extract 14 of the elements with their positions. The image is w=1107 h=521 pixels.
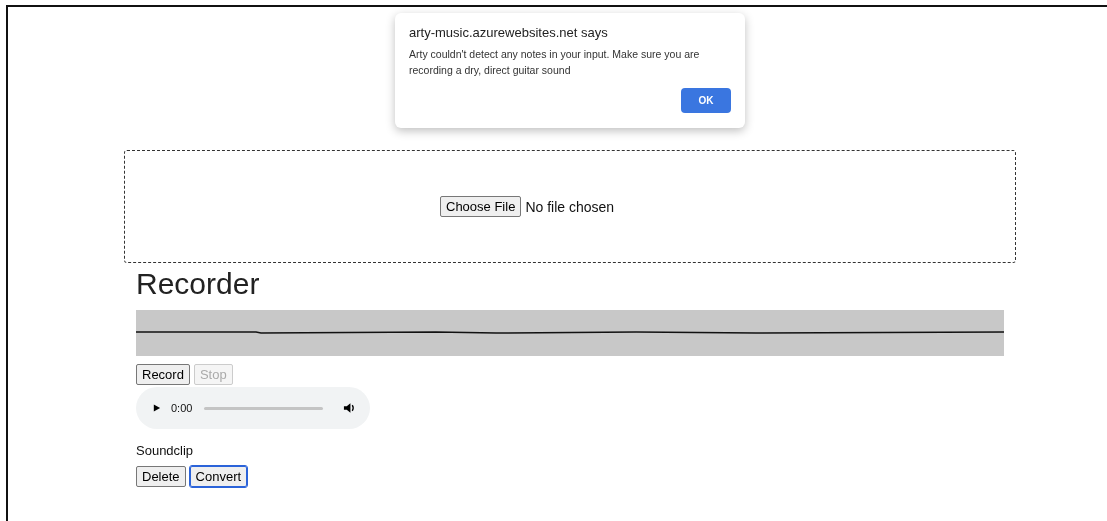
ok-button[interactable]: OK xyxy=(681,88,731,113)
choose-file-button[interactable]: Choose File xyxy=(440,196,522,217)
play-icon[interactable] xyxy=(152,403,161,413)
file-status: No file chosen xyxy=(525,198,615,215)
file-drop-zone[interactable]: Choose File No file chosen xyxy=(124,150,1016,263)
recorder-heading: Recorder xyxy=(136,266,261,302)
clip-label: Soundclip xyxy=(136,443,195,458)
dialog-message: Arty couldn't detect any notes in your input. Make sure you are recording a dry, direct guitar sound xyxy=(409,47,701,78)
clip-button[interactable]: Convert xyxy=(189,466,248,487)
recorder-button[interactable]: Record xyxy=(136,364,190,385)
volume-icon[interactable] xyxy=(343,402,356,414)
clip-button[interactable]: Delete xyxy=(136,466,186,487)
dialog-title: arty-music.azurewebsites.net says xyxy=(409,25,609,40)
playback-time: 0:00 xyxy=(171,402,193,414)
